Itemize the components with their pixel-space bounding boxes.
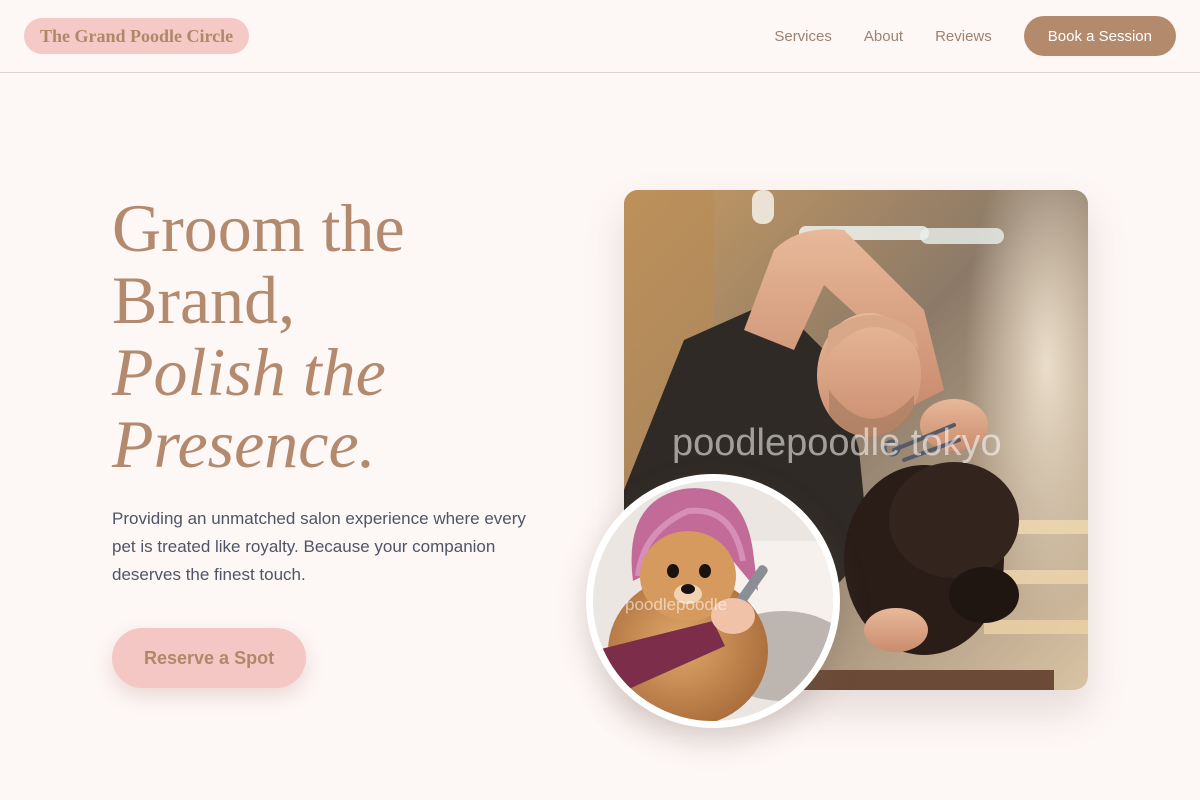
nav-link-reviews[interactable]: Reviews xyxy=(935,28,992,45)
brand-logo[interactable]: The Grand Poodle Circle xyxy=(24,18,250,54)
pomeranian-photo-illustration xyxy=(593,481,833,721)
site-header: The Grand Poodle Circle Services About R… xyxy=(0,0,1200,73)
hero-lead-text: Providing an unmatched salon experience … xyxy=(112,509,526,584)
nav-link-about[interactable]: About xyxy=(864,28,903,45)
pomeranian-photo: poodlepoodle xyxy=(586,474,840,728)
nav-link-services[interactable]: Services xyxy=(774,28,832,45)
headline-line-3: Polish the xyxy=(112,334,386,410)
reserve-spot-button[interactable]: Reserve a Spot xyxy=(112,628,307,688)
headline-line-1: Groom the xyxy=(112,190,405,266)
main-nav: Services About Reviews Book a Session xyxy=(774,16,1176,56)
book-session-button[interactable]: Book a Session xyxy=(1023,16,1176,56)
hero-headline: Groom the Brand, Polish the Presence. xyxy=(112,192,572,480)
headline-line-2: Brand, xyxy=(112,262,296,338)
headline-line-4: Presence. xyxy=(112,406,376,482)
